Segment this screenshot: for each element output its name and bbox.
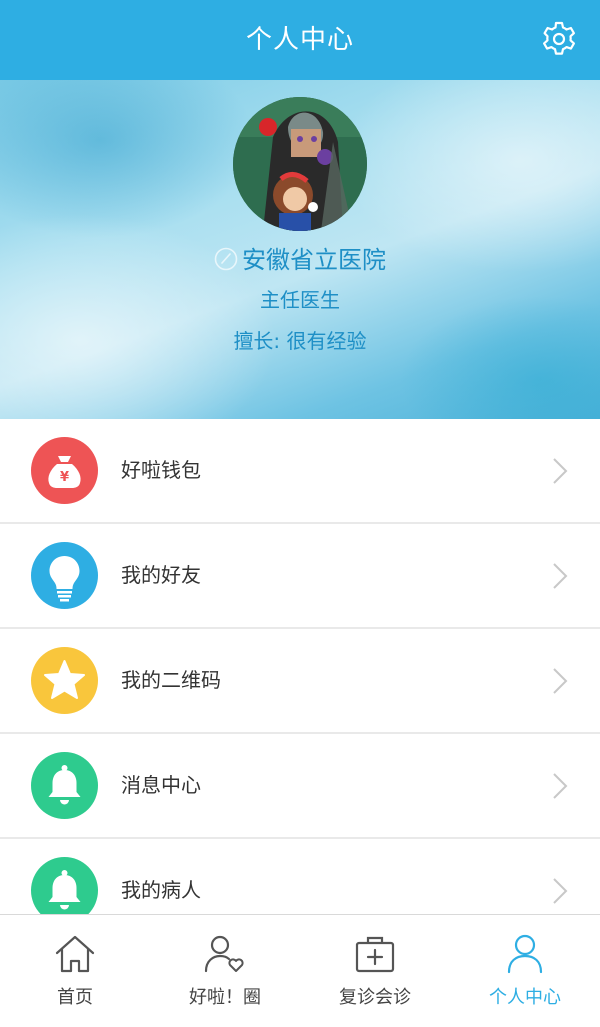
home-icon [55, 935, 95, 973]
chevron-right-icon [553, 458, 568, 484]
doctor-title: 主任医生 [260, 288, 340, 312]
money-bag-icon: ¥ [31, 437, 98, 504]
menu-item-wallet[interactable]: ¥ 好啦钱包 [0, 419, 600, 524]
nav-label: 好啦！圈 [189, 987, 261, 1008]
doctor-specialty: 擅长: 很有经验 [233, 329, 367, 353]
pencil-icon[interactable] [214, 247, 238, 271]
top-bar: 个人中心 [0, 0, 600, 80]
lightbulb-icon [31, 542, 98, 609]
nav-circle[interactable]: 好啦！圈 [150, 915, 300, 1027]
menu-item-qrcode[interactable]: 我的二维码 [0, 629, 600, 734]
chevron-right-icon [553, 563, 568, 589]
user-icon [507, 934, 543, 974]
menu-item-friends[interactable]: 我的好友 [0, 524, 600, 629]
nav-home[interactable]: 首页 [0, 915, 150, 1027]
nav-label: 个人中心 [489, 987, 561, 1008]
profile-header: 安徽省立医院 主任医生 擅长: 很有经验 [0, 80, 600, 419]
nav-label: 首页 [57, 987, 93, 1008]
menu-item-messages[interactable]: 消息中心 [0, 734, 600, 839]
chevron-right-icon [553, 773, 568, 799]
avatar[interactable] [233, 97, 367, 231]
doctor-name-row[interactable]: 安徽省立医院 [0, 238, 600, 282]
bell-icon [31, 752, 98, 819]
nav-label: 复诊会诊 [339, 987, 411, 1008]
star-icon [31, 647, 98, 714]
doctor-name: 安徽省立医院 [242, 246, 386, 274]
svg-text:¥: ¥ [60, 470, 69, 485]
medical-kit-icon [355, 936, 395, 973]
gear-icon[interactable] [540, 20, 578, 58]
page-title: 个人中心 [245, 25, 354, 55]
menu-item-label: 好啦钱包 [121, 458, 201, 482]
chevron-right-icon [553, 878, 568, 904]
menu-item-label: 消息中心 [121, 773, 201, 797]
menu-item-label: 我的好友 [121, 563, 201, 587]
bottom-nav: 首页 好啦！圈 复诊会诊 个人中心 [0, 914, 600, 1027]
menu-list: ¥ 好啦钱包 我的好友 我的二维码 消息中心 我的病人 [0, 419, 600, 944]
chevron-right-icon [553, 668, 568, 694]
nav-profile[interactable]: 个人中心 [450, 915, 600, 1027]
nav-followup[interactable]: 复诊会诊 [300, 915, 450, 1027]
menu-item-label: 我的二维码 [121, 668, 221, 692]
user-heart-icon [204, 935, 244, 973]
